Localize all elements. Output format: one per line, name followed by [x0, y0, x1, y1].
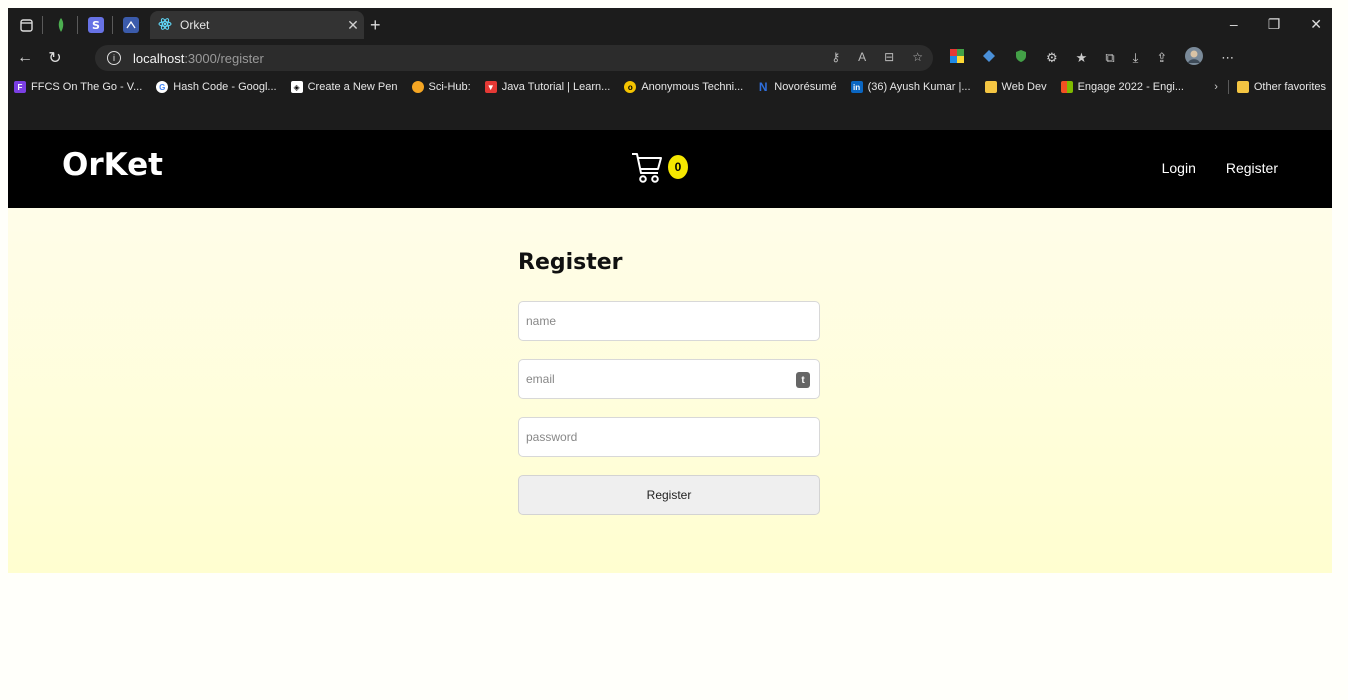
react-icon: [158, 17, 172, 34]
mongodb-tab-icon[interactable]: [53, 17, 69, 33]
address-bar[interactable]: i localhost :3000/register ⚷ A ⊟ ☆: [95, 45, 933, 71]
cart-count-badge: 0: [668, 155, 688, 179]
collections-icon[interactable]: ⧉: [1105, 50, 1114, 66]
bookmark-item[interactable]: Sci-Hub:: [411, 81, 471, 93]
anonymous-icon: o: [624, 81, 637, 93]
register-form: Register t Register: [518, 250, 820, 515]
url-path: :3000/register: [184, 50, 264, 66]
google-icon: G: [156, 81, 169, 93]
nav-links: Login Register: [1162, 160, 1278, 176]
profile-avatar[interactable]: [1185, 46, 1204, 70]
read-aloud-icon[interactable]: A: [858, 50, 866, 64]
active-tab[interactable]: Orket ✕: [150, 11, 364, 39]
folder-icon: [984, 81, 997, 93]
novoresume-icon: N: [758, 80, 768, 94]
tab-bar: S Orket ✕ + – ❐ ✕: [8, 8, 1332, 42]
other-favorites[interactable]: Other favorites: [1254, 81, 1326, 93]
app-navbar: OrKet 0 Login Register: [8, 130, 1332, 208]
email-input[interactable]: [518, 359, 820, 399]
close-tab-icon[interactable]: ✕: [342, 17, 364, 34]
bookmark-item[interactable]: N Novorésumé: [757, 80, 837, 94]
register-button[interactable]: Register: [518, 475, 820, 515]
bookmark-item[interactable]: F FFCS On The Go - V...: [14, 81, 142, 93]
autofill-extension-icon[interactable]: t: [796, 372, 810, 388]
refresh-icon[interactable]: ↻: [42, 48, 68, 68]
folder-icon: [1236, 81, 1249, 93]
tab-actions-icon[interactable]: [18, 17, 34, 33]
bookmarks-bar: F FFCS On The Go - V... G Hash Code - Goog…: [8, 74, 1332, 100]
diamond-extension-icon[interactable]: [982, 49, 996, 68]
shield-extension-icon[interactable]: [1014, 49, 1028, 68]
share-icon[interactable]: ⇪: [1156, 50, 1167, 66]
bookmark-item[interactable]: G Hash Code - Googl...: [156, 81, 277, 93]
browser-chrome: S Orket ✕ + – ❐ ✕ ← ↻ i localhost :3000/…: [8, 8, 1332, 130]
extensions-icon[interactable]: ⚙: [1046, 50, 1058, 66]
tab-separator: [42, 16, 43, 34]
back-icon[interactable]: ←: [12, 49, 38, 67]
bookmark-item[interactable]: ▼ Java Tutorial | Learn...: [484, 81, 610, 93]
site-info-icon[interactable]: i: [107, 51, 121, 65]
scihub-icon: [411, 81, 424, 93]
bookmark-item[interactable]: ◈ Create a New Pen: [290, 81, 398, 93]
address-bar-actions: ⚷ A ⊟ ☆: [831, 50, 923, 64]
minimize-icon[interactable]: –: [1230, 16, 1238, 33]
split-screen-icon[interactable]: ⊟: [884, 50, 894, 64]
password-key-icon[interactable]: ⚷: [831, 50, 840, 64]
codepen-icon: ◈: [290, 81, 303, 93]
bookmarks-overflow: › Other favorites: [1214, 80, 1326, 94]
stripe-tab-icon[interactable]: S: [88, 17, 104, 33]
window-controls: – ❐ ✕: [1230, 16, 1322, 33]
svg-text:S: S: [92, 19, 100, 32]
address-bar-row: ← ↻ i localhost :3000/register ⚷ A ⊟ ☆ ⚙…: [8, 42, 1332, 74]
form-title: Register: [518, 250, 623, 275]
linkedin-icon: in: [850, 81, 863, 93]
cart-button[interactable]: 0: [630, 149, 700, 189]
downloads-icon[interactable]: ⤓: [1133, 50, 1139, 66]
password-field-wrapper: [518, 417, 820, 457]
login-link[interactable]: Login: [1162, 160, 1196, 176]
tab-separator: [77, 16, 78, 34]
password-input[interactable]: [518, 417, 820, 457]
color-extension-icon[interactable]: [950, 48, 964, 68]
name-field-wrapper: [518, 301, 820, 341]
microsoft-icon: [1060, 81, 1073, 93]
ffcs-icon: F: [14, 81, 26, 93]
email-field-wrapper: t: [518, 359, 820, 399]
more-menu-icon[interactable]: ⋯: [1221, 50, 1234, 66]
tab-separator: [112, 16, 113, 34]
url-host: localhost: [133, 50, 185, 66]
close-window-icon[interactable]: ✕: [1310, 16, 1322, 33]
brand-logo[interactable]: OrKet: [62, 147, 163, 183]
bookmark-item[interactable]: Engage 2022 - Engi...: [1060, 81, 1184, 93]
register-section: Register t Register: [8, 208, 1332, 573]
bookmark-item[interactable]: o Anonymous Techni...: [624, 81, 743, 93]
name-input[interactable]: [518, 301, 820, 341]
dashboard-tab-icon[interactable]: [123, 17, 139, 33]
java-icon: ▼: [484, 81, 497, 93]
tab-title: Orket: [180, 18, 210, 32]
chevron-right-icon[interactable]: ›: [1214, 81, 1218, 93]
restore-icon[interactable]: ❐: [1268, 16, 1281, 33]
bookmark-separator: [1227, 80, 1229, 94]
add-favorite-icon[interactable]: ☆: [912, 50, 923, 64]
register-link[interactable]: Register: [1226, 160, 1278, 176]
new-tab-icon[interactable]: +: [370, 15, 381, 36]
cart-icon: [632, 153, 662, 183]
extensions-area: ⚙ ★ ⧉ ⤓ ⇪ ⋯: [950, 46, 1234, 68]
bookmark-folder[interactable]: Web Dev: [984, 81, 1047, 93]
favorites-icon[interactable]: ★: [1076, 50, 1088, 66]
bookmark-item[interactable]: in (36) Ayush Kumar |...: [850, 81, 971, 93]
